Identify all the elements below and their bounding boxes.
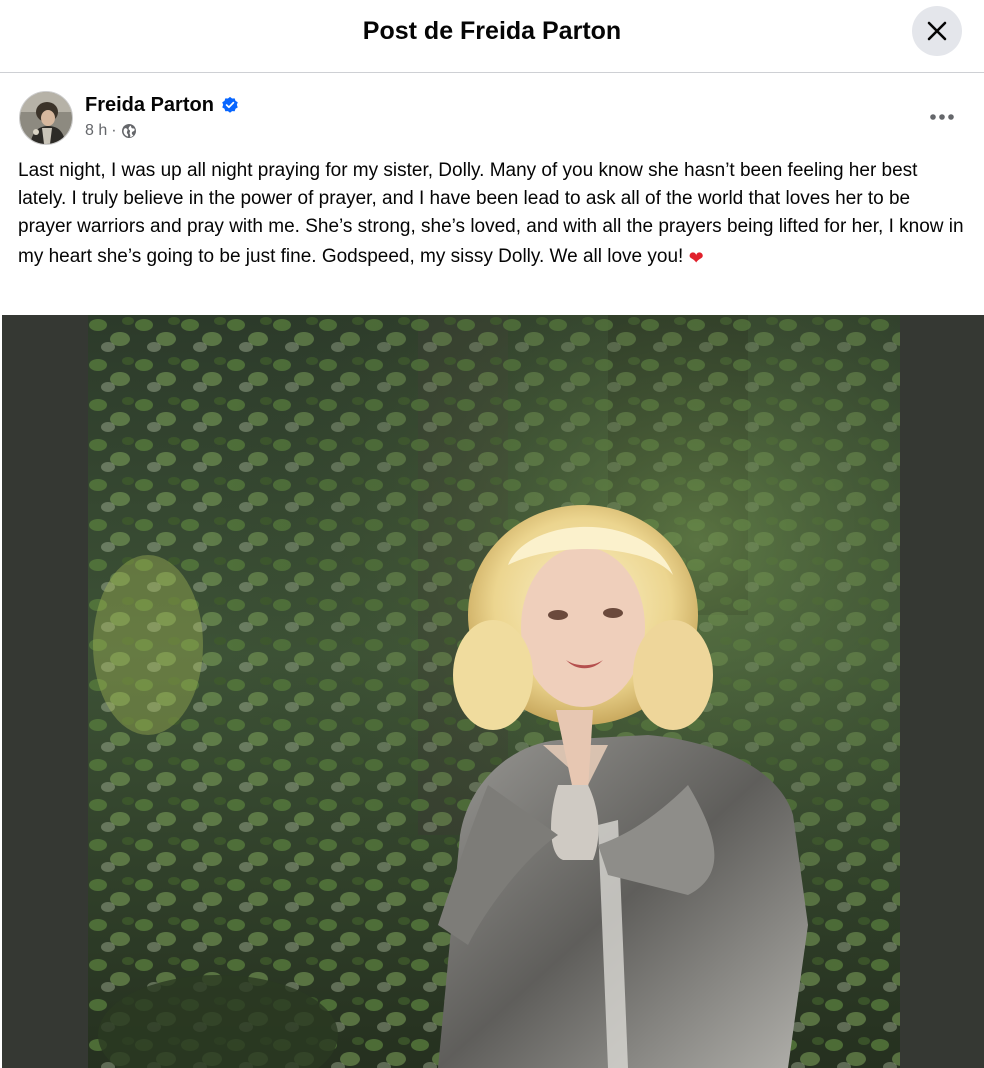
- verified-badge-icon: [222, 96, 238, 113]
- post-header: Freida Parton 8 h ·: [0, 74, 984, 156]
- author-line: Freida Parton: [85, 92, 239, 118]
- avatar[interactable]: [19, 91, 73, 145]
- post-body-text: Last night, I was up all night praying f…: [18, 160, 964, 267]
- post-photo-container[interactable]: [2, 315, 984, 1068]
- post-body: Last night, I was up all night praying f…: [18, 157, 966, 271]
- more-options-icon: [930, 114, 954, 120]
- close-button[interactable]: [912, 6, 962, 56]
- post-dialog: Post de Freida Parton Freida Parton 8 h …: [0, 0, 984, 1068]
- more-options-button[interactable]: [922, 102, 962, 132]
- dialog-title: Post de Freida Parton: [362, 17, 622, 45]
- author-name[interactable]: Freida Parton: [85, 92, 214, 118]
- post-photo[interactable]: [88, 315, 900, 1068]
- post-meta: 8 h ·: [85, 122, 137, 140]
- red-heart-icon: ❤: [688, 247, 704, 268]
- meta-separator: ·: [111, 122, 117, 139]
- close-icon: [927, 21, 947, 41]
- post-timestamp[interactable]: 8 h: [85, 122, 107, 140]
- globe-icon: [121, 124, 136, 138]
- dialog-header: Post de Freida Parton: [0, 0, 984, 73]
